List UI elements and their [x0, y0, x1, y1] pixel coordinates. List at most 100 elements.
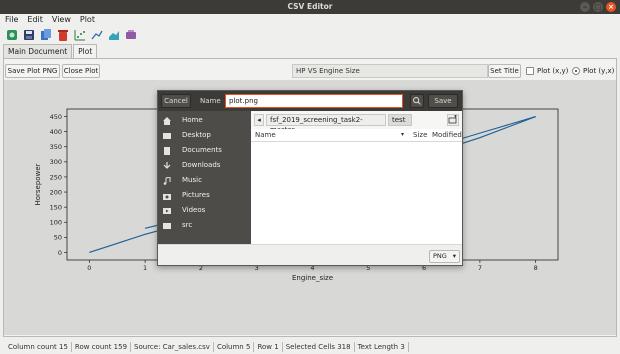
place-label: Documents	[182, 146, 222, 154]
status-row-count: Row count 159	[72, 342, 132, 352]
path-crumb-current[interactable]: test	[388, 114, 412, 126]
window-controls: – □ ×	[580, 2, 616, 12]
area-plot-icon[interactable]	[107, 28, 121, 42]
tab-plot[interactable]: Plot	[73, 44, 98, 59]
place-downloads[interactable]: Downloads	[158, 158, 251, 173]
y-tick-label: 300	[50, 158, 62, 166]
video-icon	[163, 208, 171, 214]
chevron-down-icon: ▾	[452, 252, 456, 260]
home-icon	[163, 117, 171, 125]
place-music[interactable]: Music	[158, 173, 251, 188]
y-tick-label: 350	[50, 143, 62, 151]
path-bar: ◂ fsf_2019_screening_task2-master test	[254, 114, 462, 134]
path-crumb-parent[interactable]: fsf_2019_screening_task2-master	[266, 114, 386, 134]
x-tick-label: 7	[478, 264, 482, 272]
place-label: Desktop	[182, 131, 211, 139]
file-type-select[interactable]: PNG ▾	[429, 250, 460, 263]
y-tick-label: 400	[50, 128, 62, 136]
place-label: src	[182, 221, 193, 229]
place-home[interactable]: Home	[158, 113, 251, 128]
tab-bar: Main Document Plot	[0, 44, 98, 59]
file-type-value: PNG	[433, 252, 447, 260]
status-column-count: Column count 15	[5, 342, 72, 352]
place-desktop[interactable]: Desktop	[158, 128, 251, 143]
plot-title-input[interactable]: HP VS Engine Size	[292, 64, 488, 78]
place-pictures[interactable]: Pictures	[158, 188, 251, 203]
x-axis-label: Engine_size	[292, 274, 333, 282]
plot-xy-checkbox[interactable]	[526, 67, 534, 75]
plot-yx-label: Plot (y,x)	[583, 67, 615, 75]
y-tick-label: 200	[50, 188, 62, 196]
settings-icon[interactable]	[124, 28, 138, 42]
place-documents[interactable]: Documents	[158, 143, 251, 158]
filename-input[interactable]: plot.png	[225, 94, 403, 108]
column-modified[interactable]: Modified	[432, 129, 462, 141]
place-label: Music	[182, 176, 202, 184]
dialog-save-button[interactable]: Save	[428, 94, 458, 108]
menu-view[interactable]: View	[52, 14, 71, 26]
x-tick-label: 1	[143, 264, 147, 272]
dialog-cancel-button[interactable]: Cancel	[161, 94, 191, 108]
dialog-header: Cancel Name plot.png Save	[158, 91, 462, 111]
delete-icon[interactable]	[56, 28, 70, 42]
y-tick-label: 100	[50, 219, 62, 227]
place-label: Pictures	[182, 191, 210, 199]
close-plot-button[interactable]: Close Plot	[62, 64, 100, 78]
copy-icon[interactable]	[39, 28, 53, 42]
y-tick-label: 250	[50, 173, 62, 181]
title-bar: CSV Editor – □ ×	[0, 0, 620, 14]
minimize-button[interactable]: –	[580, 2, 590, 12]
open-file-icon[interactable]	[5, 28, 19, 42]
column-name[interactable]: Name	[255, 129, 276, 141]
maximize-button[interactable]: □	[593, 2, 603, 12]
path-back-button[interactable]: ◂	[254, 114, 264, 126]
document-icon	[164, 147, 170, 155]
dialog-name-label: Name	[200, 97, 221, 105]
plot-yx-radio[interactable]	[572, 67, 580, 75]
y-tick-label: 0	[58, 249, 62, 257]
y-tick-label: 450	[50, 113, 62, 121]
download-icon	[163, 162, 171, 169]
scatter-plot-icon[interactable]	[73, 28, 87, 42]
plot-controls: Save Plot PNG Close Plot HP VS Engine Si…	[4, 64, 616, 78]
menu-edit[interactable]: Edit	[27, 14, 43, 26]
line-plot-icon[interactable]	[90, 28, 104, 42]
status-source: Source: Car_sales.csv	[131, 342, 214, 352]
x-tick-label: 8	[534, 264, 538, 272]
save-icon[interactable]	[22, 28, 36, 42]
y-tick-label: 50	[54, 234, 62, 242]
status-text-length: Text Length 3	[355, 342, 409, 352]
folder-icon	[163, 133, 171, 139]
save-file-dialog: Cancel Name plot.png Save Home Desktop D…	[157, 90, 463, 266]
place-src[interactable]: src	[158, 218, 251, 233]
folder-icon	[163, 223, 171, 229]
new-folder-button[interactable]	[447, 114, 459, 126]
y-axis-label: Horsepower	[34, 163, 42, 205]
menu-file[interactable]: File	[5, 14, 18, 26]
place-videos[interactable]: Videos	[158, 203, 251, 218]
y-tick-label: 150	[50, 203, 62, 211]
x-tick-label: 0	[87, 264, 91, 272]
dialog-footer: PNG ▾	[158, 244, 462, 265]
menu-plot[interactable]: Plot	[80, 14, 95, 26]
new-folder-icon	[448, 115, 457, 124]
status-column: Column 5	[214, 342, 255, 352]
search-icon	[413, 97, 421, 105]
file-list-header: Name ▾ Size Modified	[251, 129, 462, 142]
sort-down-icon: ▾	[401, 131, 405, 138]
set-title-button[interactable]: Set Title	[488, 64, 521, 78]
music-icon	[163, 177, 171, 185]
place-label: Home	[182, 116, 203, 124]
camera-icon	[163, 194, 171, 200]
toolbar	[0, 26, 620, 44]
close-window-button[interactable]: ×	[606, 2, 616, 12]
place-label: Videos	[182, 206, 206, 214]
dialog-search-button[interactable]	[410, 94, 424, 108]
file-list[interactable]: Name ▾ Size Modified	[251, 129, 462, 244]
places-sidebar: Home Desktop Documents Downloads Music P…	[158, 111, 251, 244]
status-selected: Selected Cells 318	[283, 342, 355, 352]
save-plot-button[interactable]: Save Plot PNG	[5, 64, 60, 78]
window-title: CSV Editor	[287, 2, 333, 11]
tab-main-document[interactable]: Main Document	[3, 44, 73, 59]
column-size[interactable]: Size	[413, 129, 427, 141]
